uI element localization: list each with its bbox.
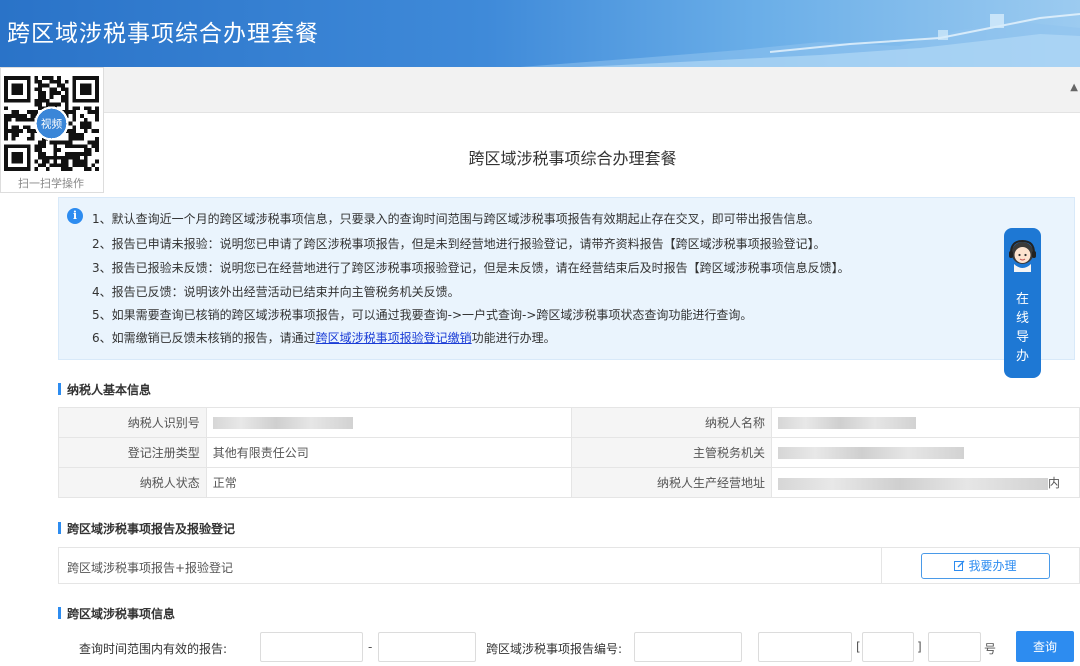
- bracket-close: ]: [917, 640, 922, 654]
- report-number-seq-input[interactable]: [928, 632, 981, 662]
- redacted-tax-authority: [778, 447, 965, 459]
- notice-line-6-suffix: 功能进行办理。: [471, 331, 556, 345]
- tax-authority-label: 主管税务机关: [571, 437, 773, 468]
- table-row: 纳税人识别号 纳税人名称: [58, 407, 1080, 438]
- report-row-label: 跨区域涉税事项报告+报验登记: [67, 561, 234, 575]
- redacted-taxpayer-id: [212, 417, 353, 429]
- great-wall-illustration: [520, 13, 1080, 67]
- registration-type-value: 其他有限责任公司: [205, 437, 573, 468]
- tax-authority-value: [771, 437, 1080, 468]
- top-banner: 跨区域涉税事项综合办理套餐: [0, 0, 1080, 67]
- taxpayer-name-label: 纳税人名称: [571, 407, 773, 438]
- page-title: 跨区域涉税事项综合办理套餐: [468, 149, 677, 168]
- apply-button[interactable]: 我要办理: [921, 553, 1050, 579]
- taxpayer-info-table: 纳税人识别号 纳税人名称 登记注册类型 其他有限责任公司 主管税务机关 纳税人状…: [58, 407, 1080, 498]
- query-button[interactable]: 查询: [1016, 631, 1074, 662]
- apply-button-label: 我要办理: [968, 559, 1017, 573]
- table-row: 纳税人状态 正常 纳税人生产经营地址 内: [58, 467, 1080, 498]
- report-number-label: 跨区域涉税事项报告编号:: [486, 642, 623, 656]
- bracket-open: [: [856, 640, 861, 654]
- taxpayer-name-value: [771, 407, 1080, 438]
- notice-line-3: 3、报告已报验未反馈：说明您已在经营地进行了跨区涉税事项报验登记，但是未反馈，请…: [92, 261, 850, 275]
- query-section-title: 跨区域涉税事项信息: [58, 605, 175, 622]
- report-number-year-input[interactable]: [862, 632, 914, 662]
- edit-icon: [954, 560, 965, 571]
- notice-line-2: 2、报告已申请未报验：说明您已申请了跨区涉税事项报告，但是未到经营地进行报验登记…: [92, 237, 826, 251]
- notice-line-1: 1、默认查询近一个月的跨区域涉税事项信息，只要录入的查询时间范围与跨区域涉税事项…: [92, 212, 820, 226]
- table-row: 登记注册类型 其他有限责任公司 主管税务机关: [58, 437, 1080, 468]
- redacted-taxpayer-name: [778, 417, 917, 429]
- date-range-label: 查询时间范围内有效的报告:: [79, 642, 228, 656]
- report-row: 跨区域涉税事项报告+报验登记 我要办理: [58, 547, 1080, 584]
- notice-line-6: 6、如需缴销已反馈未核销的报告，请通过跨区域涉税事项报验登记缴销功能进行办理。: [92, 329, 556, 346]
- taxpayer-id-label: 纳税人识别号: [58, 407, 207, 438]
- info-icon: i: [67, 208, 83, 224]
- registration-type-label: 登记注册类型: [58, 437, 207, 468]
- taxpayer-status-value: 正常: [205, 467, 573, 498]
- taxpayer-status-label: 纳税人状态: [58, 467, 207, 498]
- notice-line-6-prefix: 6、如需缴销已反馈未核销的报告，请通过: [92, 331, 316, 345]
- notice-line-5: 5、如果需要查询已核销的跨区域涉税事项报告，可以通过我要查询->一户式查询->跨…: [92, 308, 753, 322]
- report-section-title: 跨区域涉税事项报告及报验登记: [58, 520, 235, 537]
- taxpayer-section-title: 纳税人基本信息: [58, 381, 151, 398]
- banner-title: 跨区域涉税事项综合办理套餐: [7, 21, 319, 47]
- column-divider: [881, 548, 882, 584]
- qr-caption: 扫一扫学操作: [18, 177, 84, 190]
- start-date-input[interactable]: [260, 632, 363, 662]
- report-number-region-input[interactable]: [758, 632, 852, 662]
- number-suffix: 号: [984, 642, 997, 656]
- notice-panel: i 1、默认查询近一个月的跨区域涉税事项信息，只要录入的查询时间范围与跨区域涉税…: [58, 197, 1075, 360]
- redacted-business-address: [778, 477, 1049, 490]
- date-range-separator: -: [368, 640, 373, 654]
- online-guide-label: 在线导办: [1015, 292, 1029, 364]
- business-address-value: 内: [771, 467, 1080, 498]
- customer-service-avatar-icon: [1009, 239, 1036, 272]
- cancel-registration-link[interactable]: 跨区域涉税事项报验登记缴销: [316, 331, 472, 345]
- toolbar-strip: [0, 67, 1080, 113]
- online-guide-button[interactable]: 在线导办: [1004, 228, 1041, 378]
- scroll-up-icon[interactable]: ▲: [1070, 82, 1078, 93]
- report-number-prefix-input[interactable]: [634, 632, 742, 662]
- business-address-tail: 内: [1048, 476, 1061, 490]
- qr-code-panel: 视频 扫一扫学操作: [0, 67, 104, 193]
- business-address-label: 纳税人生产经营地址: [571, 467, 773, 498]
- notice-line-4: 4、报告已反馈：说明该外出经营活动已结束并向主管税务机关反馈。: [92, 285, 460, 299]
- end-date-input[interactable]: [378, 632, 476, 662]
- taxpayer-id-value: [205, 407, 573, 438]
- qr-badge-text: 视频: [41, 118, 63, 131]
